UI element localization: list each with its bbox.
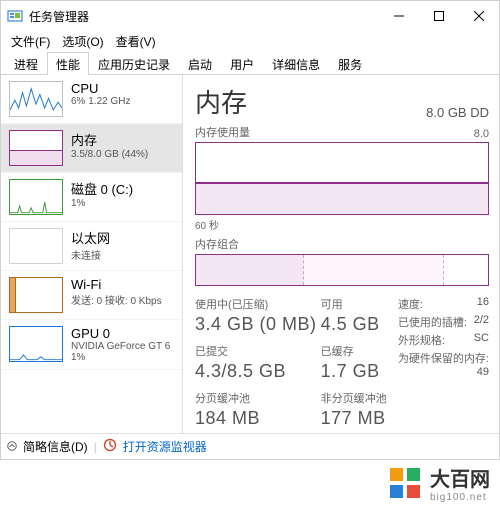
tab-details[interactable]: 详细信息 bbox=[263, 52, 329, 75]
sidebar: CPU 6% 1.22 GHz 内存 3.5/8.0 GB (44%) bbox=[1, 75, 183, 433]
sidebar-item-cpu[interactable]: CPU 6% 1.22 GHz bbox=[1, 75, 182, 124]
tab-app-history[interactable]: 应用历史记录 bbox=[89, 52, 179, 75]
commit-value: 4.3/8.5 GB bbox=[195, 361, 321, 382]
sidebar-memory-label: 内存 bbox=[71, 130, 148, 149]
tab-processes[interactable]: 进程 bbox=[5, 52, 47, 75]
memory-composition-chart bbox=[195, 254, 489, 286]
titlebar[interactable]: 任务管理器 bbox=[1, 1, 499, 31]
footer: 简略信息(D) | 打开资源监视器 bbox=[1, 433, 499, 459]
stats: 使用中(已压缩) 3.4 GB (0 MB) 已提交 4.3/8.5 GB 分页… bbox=[195, 296, 489, 429]
slots-value: 2/2 bbox=[474, 314, 489, 326]
menu-view[interactable]: 查看(V) bbox=[112, 33, 160, 50]
content: CPU 6% 1.22 GHz 内存 3.5/8.0 GB (44%) bbox=[1, 75, 499, 433]
sidebar-cpu-sub: 6% 1.22 GHz bbox=[71, 96, 130, 107]
usage-right: 8.0 bbox=[474, 128, 489, 140]
brand-name: 大百网 bbox=[430, 463, 490, 492]
paged-value: 184 MB bbox=[195, 408, 321, 429]
sidebar-gpu-pct: 1% bbox=[71, 352, 170, 363]
resmon-icon bbox=[103, 438, 117, 455]
app-icon bbox=[7, 8, 23, 24]
sidebar-item-disk[interactable]: 磁盘 0 (C:) 1% bbox=[1, 173, 182, 222]
in-use-label: 使用中(已压缩) bbox=[195, 296, 321, 312]
sidebar-disk-label: 磁盘 0 (C:) bbox=[71, 179, 133, 198]
ethernet-thumbnail bbox=[9, 228, 63, 264]
chevron-up-icon[interactable] bbox=[7, 440, 17, 454]
task-manager-window: 任务管理器 文件(F) 选项(O) 查看(V) 进程 性能 应用历史记录 启动 … bbox=[0, 0, 500, 460]
sidebar-item-memory[interactable]: 内存 3.5/8.0 GB (44%) bbox=[1, 124, 182, 173]
menubar: 文件(F) 选项(O) 查看(V) bbox=[1, 31, 499, 51]
sidebar-gpu-label: GPU 0 bbox=[71, 326, 170, 341]
brand-url: big100.net bbox=[430, 492, 490, 503]
cached-value: 1.7 GB bbox=[321, 361, 398, 382]
cpu-thumbnail bbox=[9, 81, 63, 117]
sidebar-gpu-sub: NVIDIA GeForce GT 6 bbox=[71, 341, 170, 352]
window-title: 任务管理器 bbox=[29, 8, 379, 25]
close-button[interactable] bbox=[459, 1, 499, 31]
brand-logo-icon bbox=[388, 466, 422, 500]
tab-services[interactable]: 服务 bbox=[329, 52, 371, 75]
maximize-button[interactable] bbox=[419, 1, 459, 31]
hw-reserved-value: 49 bbox=[477, 366, 489, 378]
slots-label: 已使用的插槽: bbox=[398, 317, 467, 329]
sidebar-cpu-label: CPU bbox=[71, 81, 130, 96]
tab-users[interactable]: 用户 bbox=[221, 52, 263, 75]
detail-title: 内存 bbox=[195, 83, 247, 120]
memory-usage-chart bbox=[195, 142, 489, 215]
in-use-value: 3.4 GB (0 MB) bbox=[195, 314, 321, 335]
tab-performance[interactable]: 性能 bbox=[47, 52, 89, 75]
nonpaged-value: 177 MB bbox=[321, 408, 398, 429]
avail-label: 可用 bbox=[321, 296, 398, 312]
sidebar-disk-sub: 1% bbox=[71, 198, 133, 209]
speed-label: 速度: bbox=[398, 299, 423, 311]
tab-startup[interactable]: 启动 bbox=[179, 52, 221, 75]
nonpaged-label: 非分页缓冲池 bbox=[321, 390, 398, 406]
avail-value: 4.5 GB bbox=[321, 314, 398, 335]
memory-thumbnail bbox=[9, 130, 63, 166]
commit-label: 已提交 bbox=[195, 343, 321, 359]
sidebar-item-wifi[interactable]: Wi-Fi 发送: 0 接收: 0 Kbps bbox=[1, 271, 182, 320]
sidebar-item-gpu[interactable]: GPU 0 NVIDIA GeForce GT 6 1% bbox=[1, 320, 182, 370]
tabbar: 进程 性能 应用历史记录 启动 用户 详细信息 服务 bbox=[1, 51, 499, 75]
detail-pane: 内存 8.0 GB DD 内存使用量 8.0 60 秒 内存组合 使用中(已压缩… bbox=[183, 75, 499, 433]
gpu-thumbnail bbox=[9, 326, 63, 362]
sidebar-memory-sub: 3.5/8.0 GB (44%) bbox=[71, 149, 148, 160]
detail-total: 8.0 GB DD bbox=[426, 105, 489, 120]
form-label: 外形规格: bbox=[398, 335, 445, 347]
fewer-details-link[interactable]: 简略信息(D) bbox=[23, 438, 88, 455]
disk-thumbnail bbox=[9, 179, 63, 215]
wifi-thumbnail bbox=[9, 277, 63, 313]
minimize-button[interactable] bbox=[379, 1, 419, 31]
menu-options[interactable]: 选项(O) bbox=[58, 33, 107, 50]
form-value: SC bbox=[474, 332, 489, 344]
time-label: 60 秒 bbox=[195, 217, 489, 232]
sidebar-wifi-label: Wi-Fi bbox=[71, 277, 162, 292]
sidebar-item-ethernet[interactable]: 以太网 未连接 bbox=[1, 222, 182, 271]
window-controls bbox=[379, 1, 499, 31]
comp-label: 内存组合 bbox=[195, 236, 489, 252]
usage-label: 内存使用量 bbox=[195, 124, 250, 140]
watermark-brand: 大百网 big100.net bbox=[0, 461, 500, 505]
cached-label: 已缓存 bbox=[321, 343, 398, 359]
sidebar-ethernet-sub: 未连接 bbox=[71, 247, 110, 262]
hw-reserved-label: 为硬件保留的内存: bbox=[398, 353, 489, 365]
sidebar-ethernet-label: 以太网 bbox=[71, 228, 110, 247]
speed-value: 16 bbox=[477, 296, 489, 308]
paged-label: 分页缓冲池 bbox=[195, 390, 321, 406]
sidebar-wifi-sub: 发送: 0 接收: 0 Kbps bbox=[71, 292, 162, 307]
open-resmon-link[interactable]: 打开资源监视器 bbox=[123, 438, 207, 455]
menu-file[interactable]: 文件(F) bbox=[7, 33, 54, 50]
